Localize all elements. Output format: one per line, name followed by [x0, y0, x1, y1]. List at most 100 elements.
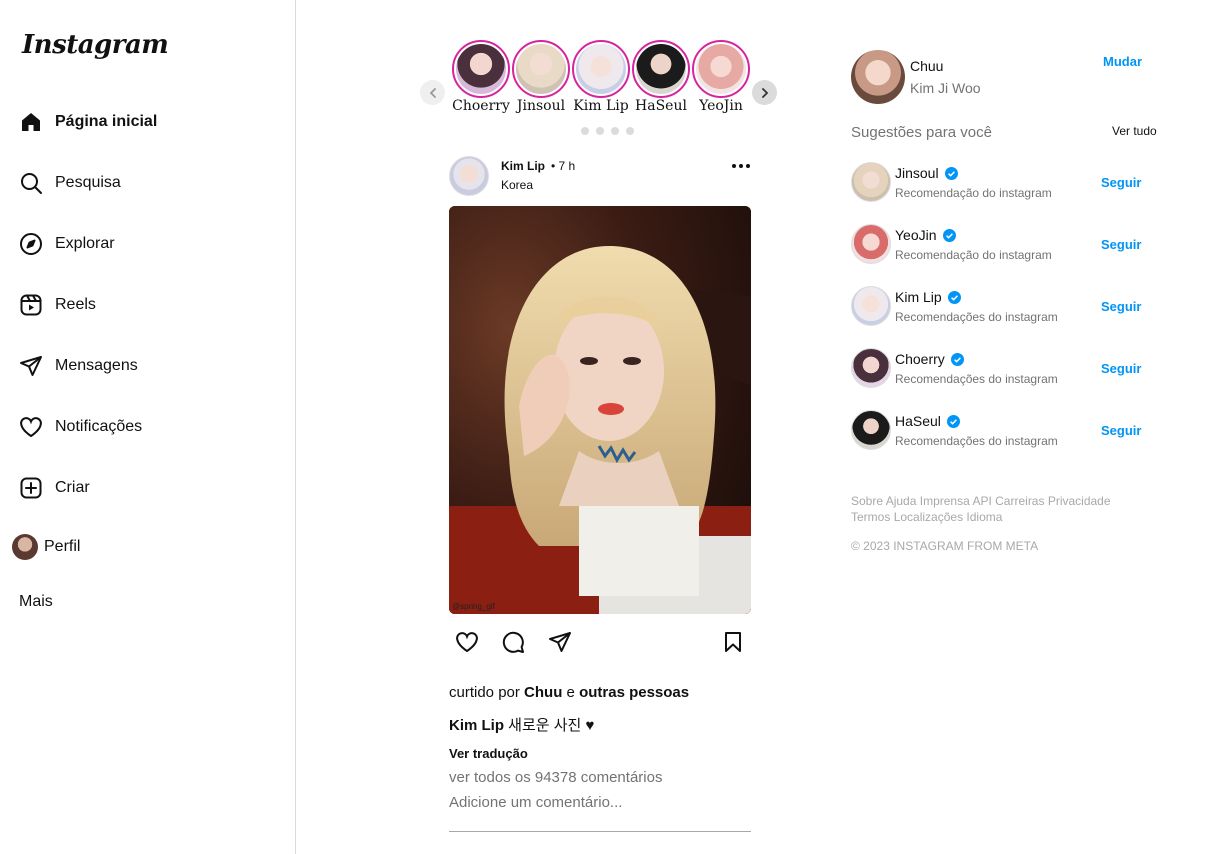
suggestion-username[interactable]: Kim Lip: [895, 289, 961, 305]
view-comments-link[interactable]: ver todos os 94378 comentários: [449, 769, 662, 786]
suggestion-item: Choerry Recomendações do instagram Segui…: [851, 348, 1161, 390]
post-author-username[interactable]: Kim Lip: [501, 159, 545, 173]
verified-badge-icon: [944, 166, 958, 180]
story-item[interactable]: HaSeul: [631, 40, 691, 114]
suggestion-item: Kim Lip Recomendações do instagram Segui…: [851, 286, 1161, 328]
chevron-left-icon: [429, 87, 436, 98]
post-location[interactable]: Korea: [501, 178, 533, 192]
nav-search-label: Pesquisa: [55, 174, 121, 191]
follow-button[interactable]: Seguir: [1101, 237, 1141, 252]
suggestion-username[interactable]: YeoJin: [895, 227, 956, 243]
stories-prev-button[interactable]: [420, 80, 445, 105]
send-icon: [549, 632, 571, 652]
nav-notifications[interactable]: Notificações: [18, 412, 142, 442]
suggestion-avatar[interactable]: [851, 224, 891, 264]
post-header: Kim Lip • 7 h Korea: [449, 156, 751, 196]
liked-by-user[interactable]: Chuu: [524, 684, 562, 701]
caption-username[interactable]: Kim Lip: [449, 717, 504, 734]
plus-square-icon: [18, 475, 44, 501]
nav-reels[interactable]: Reels: [18, 290, 96, 320]
reels-icon: [18, 292, 44, 318]
nav-messages[interactable]: Mensagens: [18, 351, 138, 381]
footer-link[interactable]: Sobre: [851, 494, 883, 508]
suggestion-item: HaSeul Recomendações do instagram Seguir: [851, 410, 1161, 452]
suggestion-item: YeoJin Recomendação do instagram Seguir: [851, 224, 1161, 266]
nav-profile[interactable]: Perfil: [12, 532, 80, 562]
follow-button[interactable]: Seguir: [1101, 361, 1141, 376]
see-translation-link[interactable]: Ver tradução: [449, 746, 528, 761]
share-button[interactable]: [546, 628, 574, 656]
nav-messages-label: Mensagens: [55, 357, 138, 374]
suggestion-avatar[interactable]: [851, 410, 891, 450]
follow-button[interactable]: Seguir: [1101, 299, 1141, 314]
nav-search[interactable]: Pesquisa: [18, 168, 121, 198]
nav-home[interactable]: Página inicial: [18, 107, 157, 137]
nav-reels-label: Reels: [55, 296, 96, 313]
see-all-button[interactable]: Ver tudo: [1112, 124, 1157, 138]
suggestion-subtitle: Recomendações do instagram: [895, 372, 1058, 386]
suggestion-username[interactable]: Jinsoul: [895, 165, 958, 181]
story-name: Jinsoul: [516, 98, 566, 114]
stories-pagination: [581, 127, 634, 135]
nav-home-label: Página inicial: [55, 113, 158, 130]
add-comment-input[interactable]: [449, 794, 739, 811]
suggestion-subtitle: Recomendações do instagram: [895, 310, 1058, 324]
home-icon: [18, 109, 44, 135]
follow-button[interactable]: Seguir: [1101, 175, 1141, 190]
profile-avatar: [12, 534, 38, 560]
story-item[interactable]: Kim Lip: [571, 40, 631, 114]
footer-link[interactable]: Ajuda: [886, 494, 917, 508]
story-avatar: [456, 44, 506, 94]
story-name: HaSeul: [635, 98, 687, 114]
post-author-avatar[interactable]: [449, 156, 489, 196]
liked-and: e: [566, 684, 575, 701]
liked-others[interactable]: outras pessoas: [579, 684, 689, 701]
suggestions-title: Sugestões para você: [851, 124, 992, 141]
likes-summary: curtido por Chuu e outras pessoas: [449, 684, 689, 701]
footer-links: Sobre Ajuda Imprensa API Carreiras Priva…: [851, 493, 1131, 525]
footer-link[interactable]: Termos: [851, 510, 890, 524]
stories-next-button[interactable]: [752, 80, 777, 105]
save-button[interactable]: [719, 628, 747, 656]
nav-create[interactable]: Criar: [18, 473, 90, 503]
suggestion-avatar[interactable]: [851, 286, 891, 326]
comment-button[interactable]: [499, 628, 527, 656]
current-user-username[interactable]: Chuu: [910, 58, 943, 74]
caption-text: 새로운 사진 ♥: [508, 717, 595, 734]
story-item[interactable]: Jinsoul: [511, 40, 571, 114]
post-image[interactable]: @spring_gif: [449, 206, 751, 614]
story-avatar: [636, 44, 686, 94]
footer-link[interactable]: Idioma: [966, 510, 1002, 524]
verified-badge-icon: [942, 228, 956, 242]
footer-link[interactable]: Privacidade: [1048, 494, 1111, 508]
current-user-avatar[interactable]: [851, 50, 905, 104]
switch-account-button[interactable]: Mudar: [1103, 54, 1142, 69]
footer-link[interactable]: Imprensa: [920, 494, 970, 508]
follow-button[interactable]: Seguir: [1101, 423, 1141, 438]
suggestion-username[interactable]: Choerry: [895, 351, 964, 367]
suggestion-avatar[interactable]: [851, 348, 891, 388]
heart-icon: [18, 414, 44, 440]
nav-notifications-label: Notificações: [55, 418, 143, 435]
footer-link[interactable]: API: [972, 494, 991, 508]
story-name: YeoJin: [699, 98, 743, 114]
suggestion-username[interactable]: HaSeul: [895, 413, 960, 429]
search-icon: [18, 170, 44, 196]
instagram-logo[interactable]: Instagram: [22, 30, 169, 60]
suggestion-avatar[interactable]: [851, 162, 891, 202]
nav-explore-label: Explorar: [55, 235, 115, 252]
stories-tray: Choerry Jinsoul Kim Lip HaSeul YeoJin: [420, 38, 780, 138]
story-item[interactable]: Choerry: [451, 40, 511, 114]
like-button[interactable]: [453, 628, 481, 656]
verified-badge-icon: [947, 290, 961, 304]
more-menu[interactable]: Mais: [19, 593, 53, 611]
bookmark-icon: [725, 632, 741, 652]
story-item[interactable]: YeoJin: [691, 40, 751, 114]
footer-link[interactable]: Carreiras: [995, 494, 1044, 508]
nav-explore[interactable]: Explorar: [18, 229, 115, 259]
heart-icon: [456, 632, 478, 653]
more-options-icon[interactable]: [731, 160, 751, 172]
suggestion-subtitle: Recomendação do instagram: [895, 186, 1052, 200]
footer-link[interactable]: Localizações: [894, 510, 963, 524]
current-user-name: Kim Ji Woo: [910, 80, 981, 96]
